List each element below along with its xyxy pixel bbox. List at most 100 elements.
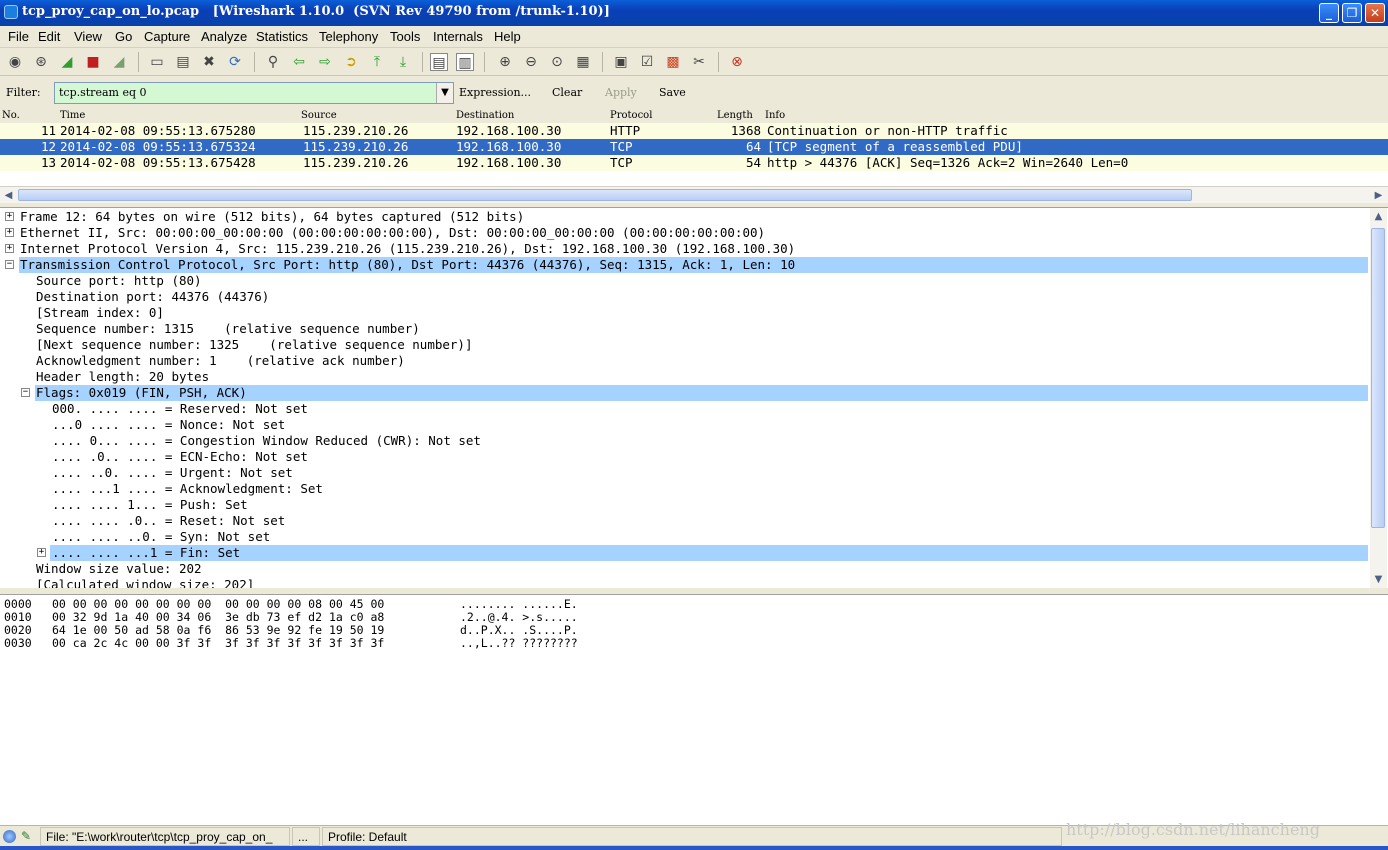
menu-help[interactable]: Help — [494, 29, 521, 44]
status-profile[interactable]: Profile: Default — [322, 827, 1062, 846]
save-button[interactable]: Save — [659, 86, 686, 99]
filter-input[interactable]: tcp.stream eq 0 — [54, 82, 454, 104]
save-file-icon[interactable]: ▤ — [174, 53, 192, 71]
menu-telephony[interactable]: Telephony — [319, 29, 378, 44]
close-icon[interactable]: ✕ — [1365, 3, 1385, 23]
apply-button[interactable]: Apply — [605, 86, 637, 99]
display-filters-icon[interactable]: ☑ — [638, 53, 656, 71]
expand-icon[interactable]: + — [5, 228, 14, 237]
detail-line[interactable]: .... .0.. .... = ECN-Echo: Not set — [52, 449, 308, 465]
detail-line[interactable]: .... .... ...1 = Fin: Set — [50, 545, 1368, 561]
col-protocol[interactable]: Protocol — [610, 110, 652, 121]
normal-size-icon[interactable]: ⊙ — [548, 53, 566, 71]
restore-icon[interactable]: ❐ — [1342, 3, 1362, 23]
detail-line[interactable]: Internet Protocol Version 4, Src: 115.23… — [20, 241, 795, 257]
first-packet-icon[interactable]: ⤒ — [368, 53, 386, 71]
packet-row[interactable]: 12 2014-02-08 09:55:13.675324 115.239.210.… — [0, 139, 1388, 155]
detail-line[interactable]: [Stream index: 0] — [36, 305, 164, 321]
hex-ascii[interactable]: ..,L..?? ???????? — [460, 637, 578, 650]
capture-comments-icon[interactable]: ✎ — [21, 829, 36, 844]
detail-line[interactable]: Ethernet II, Src: 00:00:00_00:00:00 (00:… — [20, 225, 765, 241]
detail-line[interactable]: Header length: 20 bytes — [36, 369, 209, 385]
detail-line[interactable]: 000. .... .... = Reserved: Not set — [52, 401, 308, 417]
go-forward-icon[interactable]: ⇨ — [316, 53, 334, 71]
zoom-out-icon[interactable]: ⊖ — [522, 53, 540, 71]
scroll-up-icon[interactable]: ▲ — [1371, 209, 1386, 224]
menu-view[interactable]: View — [74, 29, 102, 44]
detail-line[interactable]: .... ...1 .... = Acknowledgment: Set — [52, 481, 323, 497]
detail-line[interactable]: [Next sequence number: 1325 (relative se… — [36, 337, 473, 353]
open-file-icon[interactable]: ▭ — [148, 53, 166, 71]
packet-cell-length: 1368 — [730, 123, 761, 138]
scroll-right-icon[interactable]: ▶ — [1371, 188, 1386, 203]
menu-go[interactable]: Go — [115, 29, 132, 44]
detail-line[interactable]: .... .... .0.. = Reset: Not set — [52, 513, 285, 529]
menu-analyze[interactable]: Analyze — [201, 29, 247, 44]
menu-edit[interactable]: Edit — [38, 29, 60, 44]
expand-icon[interactable]: + — [37, 548, 46, 557]
coloring-rules-icon[interactable]: ▩ — [664, 53, 682, 71]
scroll-down-icon[interactable]: ▼ — [1371, 572, 1386, 587]
scroll-thumb[interactable] — [18, 189, 1192, 201]
reload-icon[interactable]: ⟳ — [226, 53, 244, 71]
col-time[interactable]: Time — [60, 110, 85, 121]
colorize-icon[interactable]: ▤ — [430, 53, 448, 71]
detail-line[interactable]: .... 0... .... = Congestion Window Reduc… — [52, 433, 481, 449]
scroll-left-icon[interactable]: ◀ — [1, 188, 16, 203]
col-info[interactable]: Info — [765, 110, 785, 121]
restart-capture-icon[interactable]: ◢ — [110, 53, 128, 71]
detail-line[interactable]: .... .... ..0. = Syn: Not set — [52, 529, 270, 545]
go-back-icon[interactable]: ⇦ — [290, 53, 308, 71]
menu-internals[interactable]: Internals — [433, 29, 483, 44]
detail-line[interactable]: Source port: http (80) — [36, 273, 202, 289]
expression-button[interactable]: Expression... — [459, 86, 531, 99]
hex-bytes[interactable]: 00 ca 2c 4c 00 00 3f 3f 3f 3f 3f 3f 3f 3… — [52, 637, 384, 650]
detail-line[interactable]: Sequence number: 1315 (relative sequence… — [36, 321, 420, 337]
expand-icon[interactable]: + — [5, 212, 14, 221]
close-file-icon[interactable]: ✖ — [200, 53, 218, 71]
collapse-icon[interactable]: − — [5, 260, 14, 269]
collapse-icon[interactable]: − — [21, 388, 30, 397]
go-to-packet-icon[interactable]: ➲ — [342, 53, 360, 71]
details-scrollbar[interactable]: ▲ ▼ — [1370, 208, 1387, 588]
detail-line[interactable]: [Calculated window size: 202] — [36, 577, 254, 588]
find-packet-icon[interactable]: ⚲ — [264, 53, 282, 71]
packet-row[interactable]: 11 2014-02-08 09:55:13.675280 115.239.210.… — [0, 123, 1388, 139]
packet-row[interactable]: 13 2014-02-08 09:55:13.675428 115.239.210.… — [0, 155, 1388, 171]
expert-info-icon[interactable] — [3, 830, 16, 843]
menu-file[interactable]: File — [8, 29, 29, 44]
col-destination[interactable]: Destination — [456, 110, 514, 121]
col-length[interactable]: Length — [717, 110, 753, 121]
clear-button[interactable]: Clear — [552, 86, 582, 99]
detail-line[interactable]: .... .... 1... = Push: Set — [52, 497, 248, 513]
options-icon[interactable]: ⊛ — [32, 53, 50, 71]
detail-line[interactable]: .... ..0. .... = Urgent: Not set — [52, 465, 293, 481]
interfaces-icon[interactable]: ◉ — [6, 53, 24, 71]
preferences-icon[interactable]: ✂ — [690, 53, 708, 71]
detail-line[interactable]: Window size value: 202 — [36, 561, 202, 577]
zoom-in-icon[interactable]: ⊕ — [496, 53, 514, 71]
resize-columns-icon[interactable]: ▦ — [574, 53, 592, 71]
detail-line[interactable]: ...0 .... .... = Nonce: Not set — [52, 417, 285, 433]
menu-capture[interactable]: Capture — [144, 29, 190, 44]
chevron-down-icon[interactable]: ▼ — [436, 83, 453, 103]
expand-icon[interactable]: + — [5, 244, 14, 253]
start-capture-icon[interactable]: ◢ — [58, 53, 76, 71]
detail-line[interactable]: Flags: 0x019 (FIN, PSH, ACK) — [35, 385, 1368, 401]
last-packet-icon[interactable]: ⤓ — [394, 53, 412, 71]
detail-line[interactable]: Destination port: 44376 (44376) — [36, 289, 269, 305]
stop-capture-icon[interactable]: ■ — [84, 53, 102, 71]
help-icon[interactable]: ⊗ — [728, 53, 746, 71]
col-source[interactable]: Source — [301, 110, 337, 121]
minimize-icon[interactable]: _ — [1319, 3, 1339, 23]
capture-filters-icon[interactable]: ▣ — [612, 53, 630, 71]
menu-tools[interactable]: Tools — [390, 29, 420, 44]
packet-list-scrollbar[interactable]: ◀ ▶ — [0, 186, 1388, 203]
detail-line[interactable]: Frame 12: 64 bytes on wire (512 bits), 6… — [20, 209, 524, 225]
auto-scroll-icon[interactable]: ▥ — [456, 53, 474, 71]
col-no[interactable]: No. — [2, 110, 20, 121]
detail-line[interactable]: Acknowledgment number: 1 (relative ack n… — [36, 353, 405, 369]
scroll-thumb[interactable] — [1371, 228, 1385, 528]
detail-line[interactable]: Transmission Control Protocol, Src Port:… — [19, 257, 1368, 273]
menu-statistics[interactable]: Statistics — [256, 29, 308, 44]
